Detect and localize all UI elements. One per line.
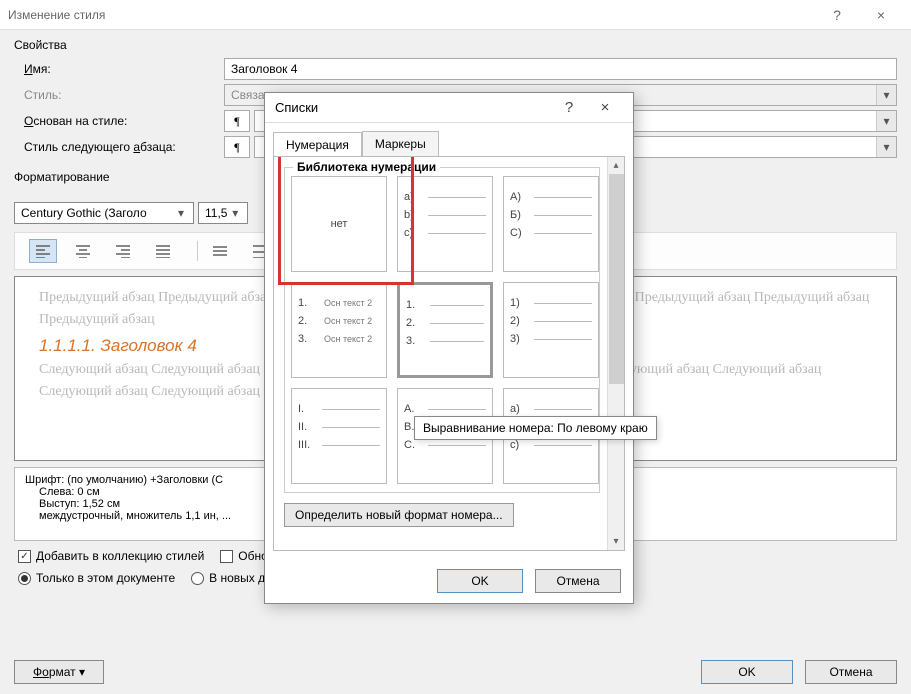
tab-numbering[interactable]: Нумерация xyxy=(273,132,362,157)
lists-cancel-button[interactable]: Отмена xyxy=(535,569,621,593)
pilcrow-based-button[interactable]: ¶ xyxy=(224,110,250,132)
num-option-abc-paren[interactable]: a) b) c) xyxy=(397,176,493,272)
lists-ok-button[interactable]: OK xyxy=(437,569,523,593)
tab-bullets[interactable]: Маркеры xyxy=(362,131,439,156)
num-option-123-dot[interactable]: 1. 2. 3. xyxy=(397,282,493,378)
size-combo[interactable]: 11,5▾ xyxy=(198,202,248,224)
add-to-gallery-checkbox[interactable]: ✓Добавить в коллекцию стилей xyxy=(18,549,204,563)
num-option-roman[interactable]: I. II. III. xyxy=(291,388,387,484)
help-button[interactable]: ? xyxy=(815,0,859,30)
lists-buttons: OK Отмена xyxy=(265,559,633,603)
scroll-up-icon[interactable]: ▴ xyxy=(608,157,624,174)
num-option-123-text[interactable]: 1. Осн текст 2 2. Осн текст 2 3. Осн тек… xyxy=(291,282,387,378)
format-button[interactable]: Формат ▾ xyxy=(14,660,104,684)
chevron-down-icon: ▾ xyxy=(876,137,896,157)
lists-help-button[interactable]: ? xyxy=(551,93,587,123)
chevron-down-icon: ▾ xyxy=(173,206,189,220)
font-combo[interactable]: Century Gothic (Заголо▾ xyxy=(14,202,194,224)
name-input[interactable]: Заголовок 4 xyxy=(224,58,897,80)
define-new-format-button[interactable]: Определить новый формат номера... xyxy=(284,503,514,527)
only-this-doc-radio[interactable]: Только в этом документе xyxy=(18,571,175,585)
scroll-down-icon[interactable]: ▾ xyxy=(608,533,624,550)
lists-tabpanel: Библиотека нумерации нет a) b) c) A) Б) … xyxy=(273,156,625,551)
num-option-cyr-paren[interactable]: A) Б) С) xyxy=(503,176,599,272)
window-title: Изменение стиля xyxy=(8,8,105,22)
ok-button[interactable]: OK xyxy=(701,660,793,684)
align-justify-button[interactable] xyxy=(149,239,177,263)
library-title: Библиотека нумерации xyxy=(293,160,440,174)
next-style-label: Стиль следующего абзаца: xyxy=(14,140,224,154)
chevron-down-icon: ▾ xyxy=(876,111,896,131)
lists-dialog: Списки ? × Нумерация Маркеры Библиотека … xyxy=(264,92,634,604)
type-label: Стиль: xyxy=(14,88,224,102)
titlebar: Изменение стиля ? × xyxy=(0,0,911,30)
spacing-1-button[interactable] xyxy=(206,239,234,263)
lists-scrollbar[interactable]: ▴ ▾ xyxy=(607,157,624,550)
num-option-123-paren[interactable]: 1) 2) 3) xyxy=(503,282,599,378)
properties-label: Свойства xyxy=(14,38,897,52)
bottom-bar: Формат ▾ OK Отмена xyxy=(0,660,911,684)
lists-tabs: Нумерация Маркеры xyxy=(265,123,633,156)
name-label: Имя: xyxy=(14,62,224,76)
pilcrow-next-button[interactable]: ¶ xyxy=(224,136,250,158)
based-on-label: Основан на стиле: xyxy=(14,114,224,128)
num-option-none[interactable]: нет xyxy=(291,176,387,272)
numbering-library: Библиотека нумерации нет a) b) c) A) Б) … xyxy=(284,167,600,493)
lists-close-button[interactable]: × xyxy=(587,93,623,123)
lists-titlebar: Списки ? × xyxy=(265,93,633,123)
tooltip: Выравнивание номера: По левому краю xyxy=(414,416,657,440)
close-button[interactable]: × xyxy=(859,0,903,30)
chevron-down-icon: ▾ xyxy=(876,85,896,105)
chevron-down-icon: ▾ xyxy=(227,206,243,220)
align-right-button[interactable] xyxy=(109,239,137,263)
align-center-button[interactable] xyxy=(69,239,97,263)
cancel-button[interactable]: Отмена xyxy=(805,660,897,684)
align-left-button[interactable] xyxy=(29,239,57,263)
lists-title: Списки xyxy=(275,100,318,115)
